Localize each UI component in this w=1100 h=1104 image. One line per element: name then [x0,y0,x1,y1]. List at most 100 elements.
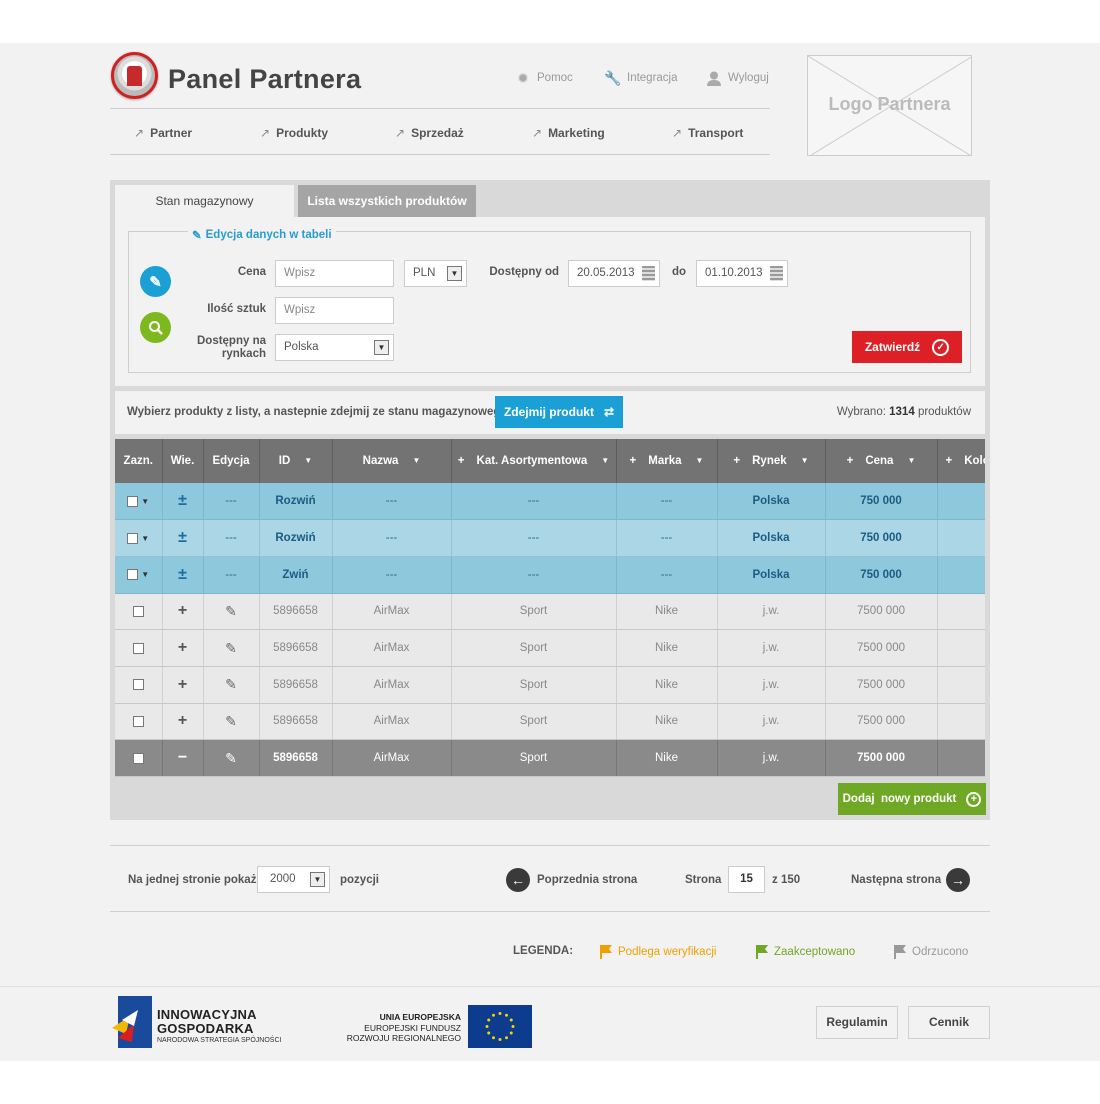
row-checkbox[interactable] [115,739,163,777]
expand-link[interactable]: Rozwiń [259,519,333,557]
flag-icon [756,945,768,959]
price-label: Cena [237,266,266,278]
column-header-name[interactable]: Nazwa ▼ [332,439,452,483]
arrow-icon: ↗ [260,126,271,140]
row-expander[interactable]: + [162,666,204,704]
expand-icon: ± [178,492,187,510]
column-header-color[interactable]: +Kolo [937,439,985,483]
calendar-icon[interactable] [642,266,655,281]
per-page-select[interactable]: 2000 ▼ [257,866,330,893]
logout-link[interactable]: Wyloguj [706,70,769,86]
row-edit-button[interactable]: ✎ [203,593,260,631]
tab-stan-magazynowy[interactable]: Stan magazynowy [115,185,294,217]
integration-link[interactable]: 🔧 Integracja [604,70,677,86]
qty-input[interactable]: Wpisz [275,297,394,324]
market-select[interactable]: Polska ▼ [275,334,394,361]
row-expander[interactable]: ± [162,556,204,594]
collapse-link[interactable]: Zwiń [259,556,333,594]
column-header-edit[interactable]: Edycja [203,439,260,483]
prev-page-icon[interactable]: ← [506,868,530,892]
sort-icon: ▼ [695,456,704,466]
column-header-brand[interactable]: + Marka ▼ [616,439,718,483]
prev-page-link[interactable]: Poprzednia strona [537,874,637,886]
action-instructions: Wybierz produkty z listy, a nastepnie zd… [127,406,508,418]
filter-legend: ✎ Edycja danych w tabeli [188,228,336,242]
cell-market: j.w. [717,629,826,667]
flag-icon [600,945,612,959]
date-from-input[interactable]: 20.05.2013 [568,260,660,287]
search-mode-button[interactable] [140,312,171,343]
legend-title: LEGENDA: [513,945,574,957]
cell-price: 750 000 [825,556,938,594]
row-checkbox[interactable]: ▼ [115,519,163,557]
column-header-category[interactable]: + Kat. Asortymentowa ▼ [451,439,617,483]
row-checkbox[interactable] [115,703,163,741]
edit-mode-button[interactable]: ✎ [140,266,171,297]
page-number-input[interactable]: 15 [728,866,765,893]
pencil-icon: ✎ [225,602,237,619]
cell-price: 7500 000 [825,629,938,667]
nav-item-sprzedaz[interactable]: ↗ Sprzedaż [395,126,464,140]
cell-brand: Nike [616,666,718,704]
nav-item-partner[interactable]: ↗ Partner [134,126,192,140]
row-expander[interactable]: ± [162,519,204,557]
remove-product-button[interactable]: Zdejmij produkt ⇄ [495,396,623,428]
row-edit-button[interactable]: ✎ [203,666,260,704]
cennik-button[interactable]: Cennik [908,1006,990,1039]
confirm-button[interactable]: Zatwierdź ✓ [852,331,962,363]
eu-star-icon [487,1018,491,1022]
cell-color [937,739,985,777]
nav-item-produkty[interactable]: ↗ Produkty [260,126,328,140]
plus-icon: + [457,455,465,467]
row-collapser[interactable]: − [162,739,204,777]
row-expander[interactable]: + [162,593,204,631]
column-header-expand[interactable]: Wie. [162,439,204,483]
row-expander[interactable]: ± [162,483,204,521]
row-edit-button[interactable]: ✎ [203,739,260,777]
cell-category: --- [451,483,617,521]
column-header-market[interactable]: + Rynek ▼ [717,439,826,483]
help-link[interactable]: ✹ Pomoc [515,70,573,86]
price-input[interactable]: Wpisz [275,260,394,287]
row-checkbox[interactable]: ▼ [115,556,163,594]
date-to-input[interactable]: 01.10.2013 [696,260,788,287]
cell-market: j.w. [717,703,826,741]
row-checkbox[interactable] [115,629,163,667]
column-header-price[interactable]: + Cena ▼ [825,439,938,483]
pencil-icon: ✎ [225,712,237,729]
nav-item-transport[interactable]: ↗ Transport [672,126,743,140]
row-checkbox[interactable] [115,666,163,704]
arrow-icon: ↗ [672,126,683,140]
row-expander[interactable]: + [162,629,204,667]
cell-brand: --- [616,519,718,557]
row-edit-button[interactable]: ✎ [203,703,260,741]
add-product-button[interactable]: Dodaj nowy produkt + [838,783,986,815]
regulamin-button[interactable]: Regulamin [816,1006,898,1039]
next-page-link[interactable]: Następna strona [851,874,941,886]
row-checkbox[interactable] [115,593,163,631]
expand-link[interactable]: Rozwiń [259,483,333,521]
row-edit-button[interactable]: ✎ [203,629,260,667]
column-header-id[interactable]: ID ▼ [259,439,333,483]
cell-price: 7500 000 [825,703,938,741]
cell-price: 7500 000 [825,666,938,704]
table-row: + ✎ 5896658 AirMax Sport Nike j.w. 7500 … [115,593,985,631]
currency-select[interactable]: PLN ▼ [404,260,467,287]
nav-item-marketing[interactable]: ↗ Marketing [532,126,605,140]
row-checkbox[interactable]: ▼ [115,483,163,521]
row-expander[interactable]: + [162,703,204,741]
main-nav: ↗ Partner ↗ Produkty ↗ Sprzedaż ↗ Marketing … [110,118,770,150]
minus-icon: − [177,749,188,767]
tab-lista-produktow[interactable]: Lista wszystkich produktów [298,185,476,217]
cell-color [937,556,985,594]
plus-icon: + [733,455,741,467]
column-header-select[interactable]: Zazn. [115,439,163,483]
arrow-icon: ↗ [134,126,145,140]
calendar-icon[interactable] [770,266,783,281]
cell-name: --- [332,483,452,521]
cell-color [937,703,985,741]
next-page-icon[interactable]: → [946,868,970,892]
partner-logo-placeholder: Logo Partnera [807,55,972,156]
cell-id: 5896658 [259,629,333,667]
pencil-icon: ✎ [225,749,237,766]
